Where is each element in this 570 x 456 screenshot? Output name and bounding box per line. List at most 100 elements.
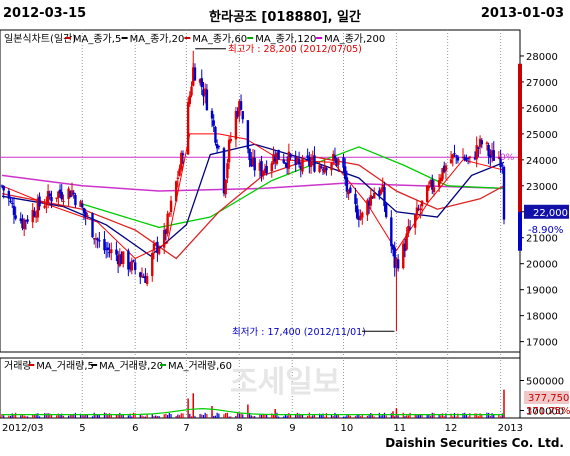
candle-body: [81, 203, 84, 208]
candle-body: [122, 251, 125, 264]
footer-brand: Daishin Securities Co. Ltd.: [385, 436, 564, 450]
x-tick-label: 7: [183, 423, 189, 434]
candle-body: [188, 95, 192, 104]
candle-body: [325, 167, 328, 171]
candle-body: [277, 149, 280, 160]
candle-body: [480, 140, 484, 145]
candle-body: [224, 179, 227, 195]
candle-body: [444, 165, 448, 171]
candle-body: [180, 152, 183, 170]
candle-body: [475, 145, 478, 160]
candle-body: [12, 205, 16, 216]
candle-body: [74, 194, 77, 206]
y-tick-label: 24000: [526, 156, 558, 167]
candle-body: [133, 262, 137, 270]
candle-body: [157, 248, 161, 254]
x-tick-label: 6: [132, 423, 138, 434]
x-tick-label: 8: [236, 423, 242, 434]
candle-body: [415, 207, 419, 216]
candle-body: [239, 101, 243, 110]
candle-body: [152, 243, 156, 251]
candle-body: [33, 211, 36, 217]
candle-body: [420, 200, 424, 207]
candle-body: [246, 120, 250, 149]
candle-body: [62, 200, 65, 202]
candle-body: [408, 227, 412, 229]
legend-item: MA_거래량,5: [36, 360, 94, 372]
candle-body: [248, 148, 251, 161]
candle-body: [46, 191, 50, 203]
y-tick-label: 17000: [526, 338, 558, 349]
candle-body: [115, 249, 118, 255]
candle-body: [210, 110, 214, 119]
candle-body: [166, 213, 169, 234]
candle-body: [333, 155, 337, 159]
x-tick-label: 9: [289, 423, 295, 434]
candle-body: [454, 155, 458, 157]
candle-body: [487, 145, 490, 157]
volume-y-tick-label: 500000: [526, 377, 564, 388]
candle-body: [181, 153, 185, 156]
legend-item: MA_거래량,20: [99, 360, 163, 372]
candle-body: [205, 89, 209, 111]
candle-body: [501, 164, 504, 166]
vol-last-label: 377,750: [528, 393, 569, 404]
candle-body: [405, 233, 408, 250]
candle-body: [289, 154, 292, 158]
vol-change-label: 371.75%: [526, 406, 570, 417]
candle-body: [9, 200, 12, 202]
candle-body: [11, 202, 14, 204]
candle-body: [14, 215, 17, 219]
low-annotation: 최저가 : 17,400 (2012/11/01): [232, 327, 366, 338]
candle-body: [176, 177, 180, 180]
candle-body: [72, 192, 75, 195]
candle-body: [265, 166, 268, 174]
candle-body: [178, 168, 181, 176]
candle-body: [43, 205, 46, 208]
last-price-label: 22,000: [533, 208, 568, 219]
candle-body: [145, 276, 149, 284]
y-tick-label: 19000: [526, 286, 558, 297]
candle-body: [419, 208, 422, 211]
candle-body: [492, 150, 495, 161]
candle-body: [214, 126, 217, 143]
candle-body: [414, 214, 417, 228]
legend-item: MA_종가,120: [255, 33, 316, 45]
candle-body: [193, 67, 197, 81]
candle-body: [226, 163, 229, 179]
candle-body: [103, 239, 106, 251]
candle-body: [110, 249, 113, 254]
candle-body: [384, 203, 388, 217]
candle-body: [390, 217, 393, 247]
ref-pct-label: 0%: [500, 153, 515, 163]
price-range-bar-up: [518, 63, 522, 212]
candle-body: [502, 166, 506, 220]
candle-body: [130, 260, 133, 271]
candle-body: [60, 192, 63, 200]
price-panel: [0, 29, 521, 353]
candle-body: [383, 187, 386, 207]
candle-body: [453, 153, 456, 155]
candle-body: [485, 142, 489, 144]
candle-body: [174, 181, 178, 202]
candle-body: [468, 156, 472, 159]
candle-body: [342, 157, 345, 168]
candle-body: [168, 213, 171, 215]
candle-body: [127, 250, 130, 270]
candle-body: [2, 185, 5, 191]
y-tick-label: 27000: [526, 78, 558, 89]
change-pct-label: -8.90%: [528, 225, 563, 236]
x-tick-label: 12: [445, 423, 458, 434]
candle-body: [86, 215, 89, 217]
volume-legend: 거래량 MA_거래량,5 MA_거래량,20 MA_거래량,60: [4, 360, 232, 372]
candle-body: [186, 102, 190, 155]
x-tick-label: 2013: [498, 423, 523, 434]
candle-body: [98, 240, 101, 242]
legend-item: MA_거래량,60: [168, 360, 232, 372]
candle-body: [477, 147, 480, 149]
candle-body: [282, 159, 285, 163]
x-tick-label: 2012/03: [2, 423, 44, 434]
candle-body: [140, 275, 144, 277]
candle-body: [337, 159, 340, 165]
candle-body: [354, 193, 357, 204]
